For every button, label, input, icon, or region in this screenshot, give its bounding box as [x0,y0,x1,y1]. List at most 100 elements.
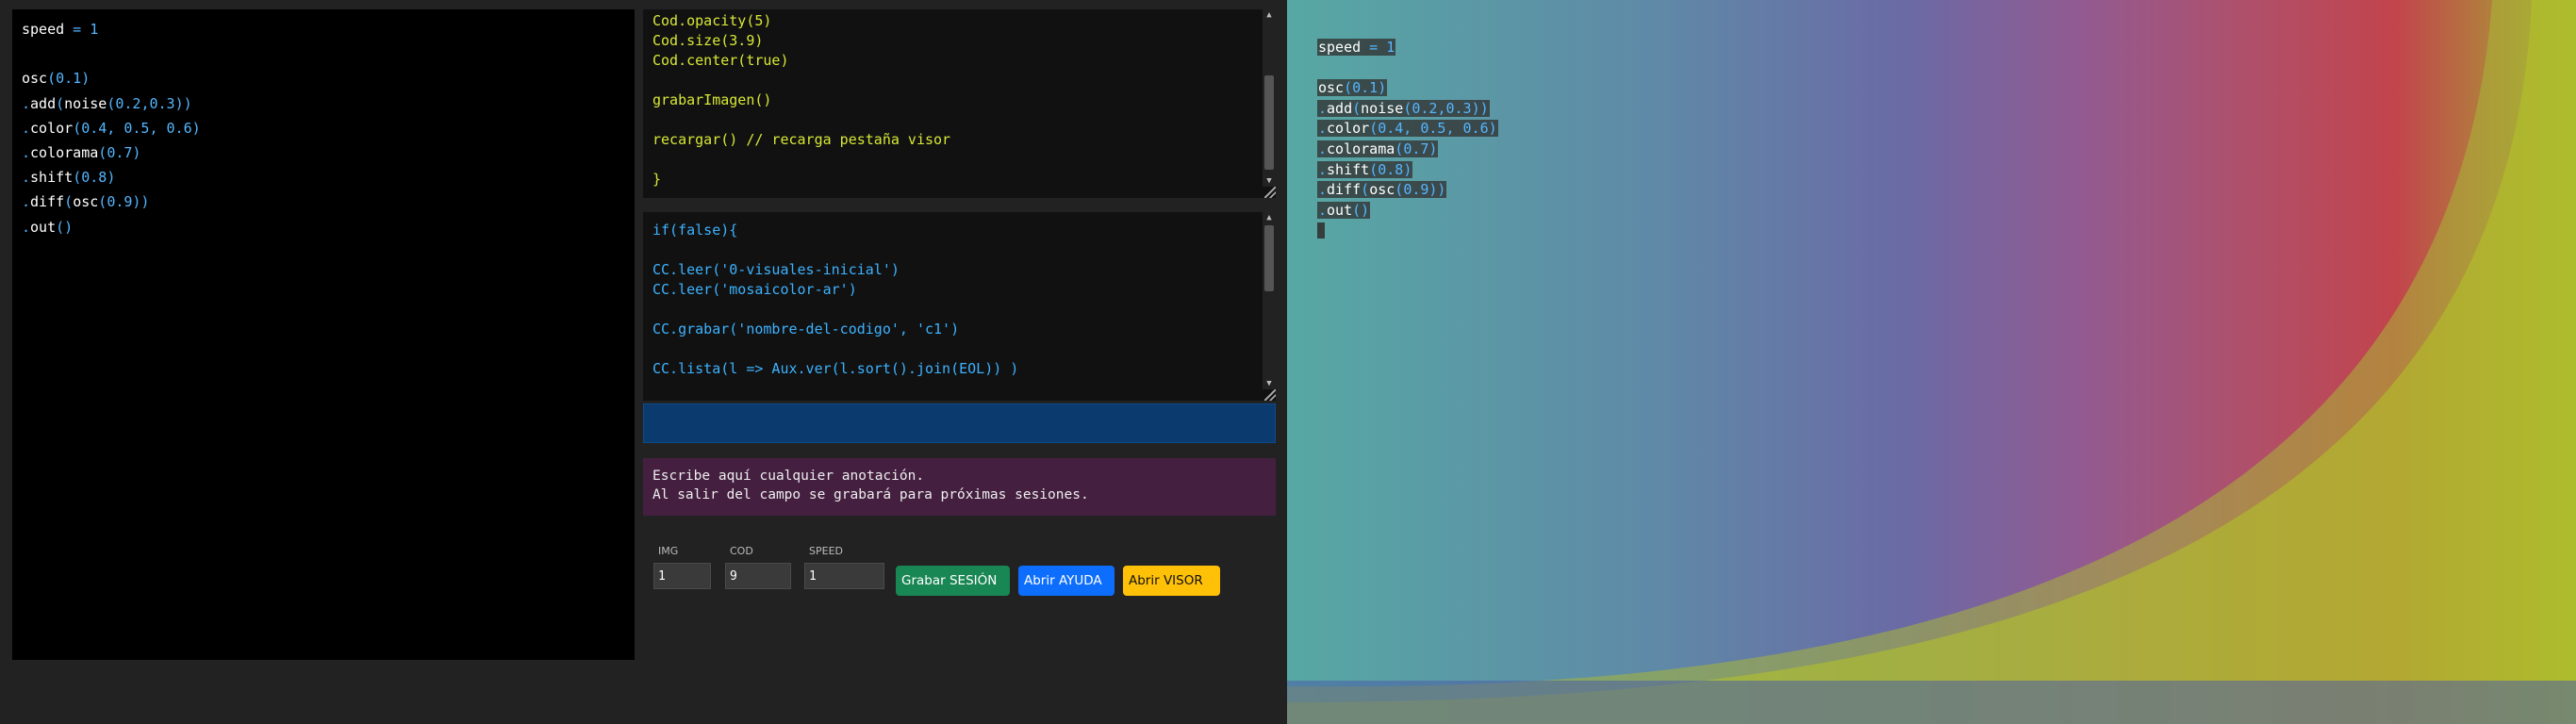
code-token: 0.7 [1403,140,1429,157]
code-line: .out() [22,215,625,239]
code-token: . [1318,181,1328,199]
code-token: )) [132,193,150,211]
code-token: ) [107,169,116,187]
code-line: osc(0.1) [22,66,625,90]
resize-grip-icon[interactable] [1264,389,1276,401]
code-token: 0.9 [107,193,133,211]
code-token: ( [98,193,107,211]
scroll-thumb[interactable] [1264,75,1274,170]
code-token: diff [30,193,65,211]
abrir-ayuda-button[interactable]: Abrir AYUDA [1018,566,1115,596]
code-line: CC.leer('mosaicolor-ar') [652,281,857,298]
scroll-up-icon[interactable]: ▲ [1263,212,1276,223]
cod-field-group: COD [725,545,791,589]
code-token: ( [98,143,107,161]
code-token: . [22,169,31,187]
code-token: ( [1361,181,1370,199]
scroll-down-icon[interactable]: ▼ [1263,175,1276,187]
code-line: CC.lista(l => Aux.ver(l.sort().join(EOL)… [652,360,1019,377]
code-token: 0.8 [81,169,107,187]
code-token: )) [174,94,192,112]
visor-code-overlay: speed = 1 osc(0.1) .add(noise(0.2,0.3)) .c… [1317,38,1498,241]
scroll-thumb[interactable] [1264,225,1274,291]
editor-top-scrollbar[interactable]: ▲ ▼ [1263,9,1276,187]
code-token: ( [1403,99,1412,117]
code-token: . [1318,99,1328,117]
code-token: . [1318,201,1328,219]
code-token: osc [1369,181,1395,199]
code-token: ) [1428,140,1438,157]
code-line: recargar() // recarga pestaña visor [652,131,951,148]
code-token: () [56,218,74,236]
speed-field-group: SPEED [804,545,884,589]
speed-input[interactable] [804,563,884,589]
code-token: 0.4, 0.5, 0.6 [81,119,192,137]
notes-field[interactable]: Escribe aquí cualquier anotación. Al sal… [643,458,1276,516]
img-label: IMG [658,545,679,557]
editor-middle-scrollbar[interactable]: ▲ ▼ [1263,212,1276,389]
code-token: ( [1369,120,1379,138]
code-line: .add(noise(0.2,0.3)) [22,91,625,116]
message-bar [643,403,1276,443]
code-line: .colorama(0.7) [22,140,625,165]
code-token: add [30,94,57,112]
code-token: . [22,94,31,112]
code-token: noise [1361,99,1404,117]
code-token: 0.3 [1445,99,1472,117]
abrir-visor-button[interactable]: Abrir VISOR [1123,566,1220,596]
code-token: ) [1488,120,1497,138]
code-token: ( [73,119,82,137]
code-token: ( [64,193,74,211]
code-token: 0.2 [115,94,141,112]
scroll-down-icon[interactable]: ▼ [1263,378,1276,389]
code-token: = [64,21,91,38]
scroll-up-icon[interactable]: ▲ [1263,9,1276,21]
code-token: )) [1428,181,1446,199]
code-token: 1 [1386,39,1395,56]
code-editor-secondary[interactable]: Cod.opacity(5) Cod.size(3.9) Cod.center(tr… [643,9,1276,198]
code-token: . [1318,120,1328,138]
code-token: ) [81,70,91,88]
code-token: = [1361,39,1387,56]
code-token: speed [22,21,65,38]
code-token: . [22,119,31,137]
code-token: 0.1 [1352,79,1379,97]
notes-line-2: Al salir del campo se grabará para próxi… [652,487,1089,502]
code-token: . [22,218,31,236]
code-line: .colorama(0.7) [1317,140,1498,160]
grabar-sesion-button[interactable]: Grabar SESIÓN [896,566,1010,596]
code-editor-tertiary[interactable]: if(false){ CC.leer('0-visuales-inicial')… [643,212,1276,401]
code-token: ( [107,94,116,112]
code-token: 0.9 [1403,181,1429,199]
code-line: speed = 1 [22,17,625,41]
code-token: ) [1403,160,1412,178]
code-token: )) [1471,99,1489,117]
code-token: ) [191,119,201,137]
code-line: speed = 1 [1317,38,1498,58]
code-token: noise [64,94,107,112]
code-line: } [652,171,662,188]
code-token: 0.8 [1378,160,1404,178]
code-line: grabarImagen() [652,91,772,108]
code-token: ) [132,143,141,161]
code-token: ( [47,70,57,88]
img-input[interactable] [653,563,711,589]
code-token: add [1327,99,1353,117]
cod-input[interactable] [725,563,791,589]
code-token: colorama [30,143,99,161]
code-token: 1 [90,21,99,38]
code-token: () [1352,201,1370,219]
code-token: color [1327,120,1370,138]
code-token: 0.4, 0.5, 0.6 [1378,120,1489,138]
main-code-editor[interactable]: speed = 1 osc(0.1) .add(noise(0.2,0.3)) .c… [12,9,635,660]
resize-grip-icon[interactable] [1264,187,1276,198]
code-line: .shift(0.8) [22,165,625,189]
